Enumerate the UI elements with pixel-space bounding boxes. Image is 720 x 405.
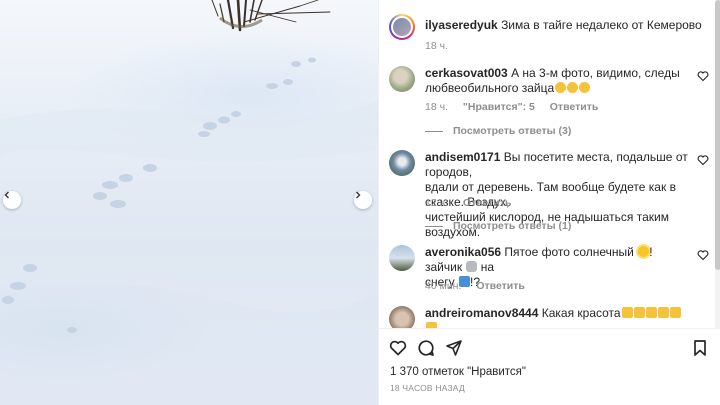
comment-text: Какая красота	[541, 306, 621, 320]
thumbs-up-emoji-icon	[645, 307, 657, 318]
reply-button[interactable]: Ответить	[476, 280, 525, 292]
next-photo-button[interactable]	[354, 191, 372, 209]
comment-like-icon[interactable]	[697, 70, 709, 82]
sun-emoji-icon	[638, 246, 650, 257]
previous-photo-button[interactable]	[3, 191, 21, 209]
bookmark-icon[interactable]	[691, 339, 709, 357]
comment-like-icon[interactable]	[697, 249, 709, 261]
commenter-avatar[interactable]	[389, 150, 415, 176]
post-date[interactable]: 18 ЧАСОВ НАЗАД	[390, 383, 465, 393]
view-replies-label: Посмотреть ответы (3)	[453, 125, 572, 137]
thumbs-up-emoji-icon	[621, 307, 633, 318]
chevron-left-icon	[4, 191, 9, 199]
comment-username[interactable]: andreiromanov8444	[425, 306, 538, 320]
commenter-avatar[interactable]	[389, 245, 415, 271]
comments-panel: ilyaseredyuk Зима в тайге недалеко от Ке…	[378, 0, 720, 405]
rabbit-emoji-icon	[466, 261, 478, 272]
comment-text-line2: любвеобильного зайца	[425, 81, 555, 95]
chevron-right-icon	[356, 191, 361, 199]
snow-scene	[0, 0, 378, 405]
view-replies-label: Посмотреть ответы (1)	[453, 220, 572, 232]
comment-text: А на 3-м фото, видимо, следы	[511, 66, 680, 80]
replies-divider	[425, 225, 443, 227]
comment-text: Пятое фото солнечный	[504, 245, 634, 259]
rofl-emoji-icon	[579, 82, 591, 93]
commenter-avatar[interactable]	[389, 306, 415, 328]
post-photo	[0, 0, 378, 405]
paper-plane-icon[interactable]	[445, 339, 463, 357]
rofl-emoji-icon	[555, 82, 567, 93]
comment-time: 40 мин.	[425, 280, 462, 292]
author-avatar[interactable]	[389, 14, 415, 40]
comment-username[interactable]: cerkasovat003	[425, 66, 508, 80]
thumbs-up-emoji-icon	[633, 307, 645, 318]
comment-time: 12 ч.	[425, 197, 448, 209]
thumbs-up-emoji-icon	[669, 307, 681, 318]
comment-likes-count[interactable]: "Нравится": 5	[463, 101, 535, 113]
post-actions: 1 370 отметок "Нравится" 18 ЧАСОВ НАЗАД	[379, 328, 720, 405]
comment-username[interactable]: averonika056	[425, 245, 501, 259]
comments-scrollbar[interactable]	[715, 0, 720, 328]
author-username[interactable]: ilyaseredyuk	[425, 18, 498, 32]
comment-like-icon[interactable]	[697, 154, 709, 166]
comment-text-part3: на	[480, 260, 495, 274]
view-replies-button[interactable]: Посмотреть ответы (1)	[425, 220, 571, 232]
reply-button[interactable]: Ответить	[550, 101, 599, 113]
view-replies-button[interactable]: Посмотреть ответы (3)	[425, 125, 571, 137]
reply-button[interactable]: Ответить	[463, 197, 512, 209]
rofl-emoji-icon	[567, 82, 579, 93]
heart-icon[interactable]	[389, 339, 407, 357]
thumbs-up-emoji-icon	[657, 307, 669, 318]
commenter-avatar[interactable]	[389, 66, 415, 92]
replies-divider	[425, 130, 443, 132]
comment-time: 18 ч.	[425, 101, 448, 113]
scrollbar-thumb[interactable]	[715, 0, 720, 270]
caption-time: 18 ч.	[425, 40, 448, 52]
comment-username[interactable]: andisem0171	[425, 150, 500, 164]
post-likes-count[interactable]: 1 370 отметок "Нравится"	[390, 366, 526, 378]
comment-icon[interactable]	[417, 339, 435, 357]
caption-text: Зима в тайге недалеко от Кемерово	[501, 18, 702, 32]
comments-scroll-area[interactable]: ilyaseredyuk Зима в тайге недалеко от Ке…	[379, 0, 720, 328]
